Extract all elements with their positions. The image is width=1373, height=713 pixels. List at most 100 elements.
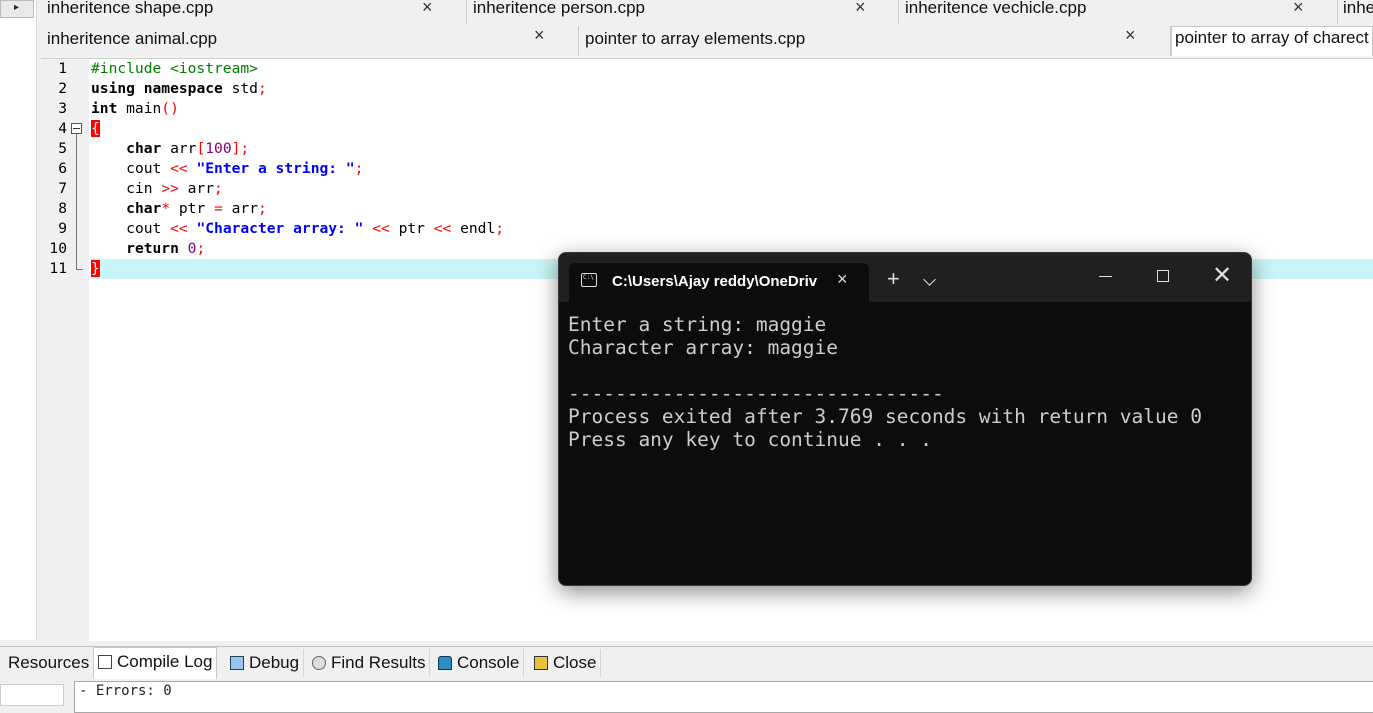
operator: << xyxy=(372,220,390,237)
triangle-right-icon: ▸ xyxy=(14,2,20,13)
panel-toggle-button[interactable]: ▸ xyxy=(0,0,34,18)
bottom-panel-tabs: Resources Compile Log Debug Find Results… xyxy=(0,646,1373,679)
tab-close[interactable]: Close xyxy=(530,649,602,677)
close-icon[interactable]: × xyxy=(1293,0,1304,18)
tab-label: inheritence animal.cpp xyxy=(47,29,218,48)
tab-inheritence-partial[interactable]: inhe xyxy=(1338,0,1373,24)
operator: ]; xyxy=(231,140,250,157)
operator: ; xyxy=(257,80,267,97)
tab-compile-log[interactable]: Compile Log xyxy=(93,647,218,679)
operator: ; xyxy=(495,220,505,237)
line-number: 9 xyxy=(58,220,67,237)
identifier: std xyxy=(222,80,258,97)
tab-label: Resources xyxy=(8,653,90,672)
terminal-tab[interactable]: C:\Users\Ajay reddy\OneDrive × xyxy=(569,263,869,302)
line-number: 2 xyxy=(58,80,67,97)
close-icon[interactable]: × xyxy=(1125,26,1136,46)
operator: ; xyxy=(196,240,206,257)
matched-brace: } xyxy=(91,260,100,277)
tab-inheritence-vechicle[interactable]: inheritence vechicle.cpp × xyxy=(899,0,1338,24)
close-icon[interactable]: × xyxy=(837,269,848,290)
code-line-3: int main() xyxy=(91,99,179,119)
close-icon[interactable]: × xyxy=(422,0,433,18)
operator: () xyxy=(161,100,179,117)
tab-label: Console xyxy=(457,653,520,672)
identifier: arr xyxy=(178,180,215,197)
line-number: 7 xyxy=(58,180,67,197)
line-number-gutter: 1 2 3 4 5 6 7 8 9 10 11 xyxy=(41,59,89,641)
string-literal: "Character array: " xyxy=(196,220,364,237)
tab-label: Find Results xyxy=(331,653,426,672)
output-line: Character array: maggie xyxy=(568,336,839,359)
close-icon[interactable]: × xyxy=(534,26,545,46)
compile-log-output[interactable]: - Errors: 0 xyxy=(74,681,1373,713)
tab-debug[interactable]: Debug xyxy=(226,649,305,677)
operator: ; xyxy=(214,180,223,197)
tab-label: pointer to array elements.cpp xyxy=(585,29,806,48)
tab-find-results[interactable]: Find Results xyxy=(308,649,431,677)
string-literal: "Enter a string: " xyxy=(196,160,355,177)
code-line-11: } xyxy=(91,259,100,279)
new-tab-button[interactable]: + xyxy=(887,268,900,290)
tab-pointer-to-array-elements[interactable]: pointer to array elements.cpp × xyxy=(579,26,1171,56)
operator: = xyxy=(214,200,223,217)
keyword: namespace xyxy=(143,80,223,97)
identifier: arr xyxy=(222,200,258,217)
debug-icon xyxy=(230,656,244,670)
tab-label: pointer to array of charect xyxy=(1175,28,1369,47)
log-text: - Errors: 0 xyxy=(79,683,172,699)
console-icon xyxy=(438,656,452,670)
code-line-2: using namespace std; xyxy=(91,79,267,99)
fold-guide xyxy=(76,134,77,270)
code-line-5: char arr[100]; xyxy=(91,139,249,159)
terminal-window[interactable]: C:\Users\Ajay reddy\OneDrive × + ✕ Enter… xyxy=(558,252,1252,586)
keyword: char xyxy=(126,140,162,157)
include-directive: #include <iostream> xyxy=(91,60,258,77)
code-line-9: cout << "Character array: " << ptr << en… xyxy=(91,219,504,239)
tab-label: Compile Log xyxy=(117,652,213,671)
minimize-button[interactable] xyxy=(1099,276,1112,277)
code-line-6: cout << "Enter a string: "; xyxy=(91,159,363,179)
output-line: Enter a string: maggie xyxy=(568,313,827,336)
operator: << xyxy=(170,220,188,237)
operator: ; xyxy=(258,200,267,217)
tab-resources[interactable]: Resources xyxy=(4,649,95,677)
output-line: Process exited after 3.769 seconds with … xyxy=(568,405,1202,428)
tab-inheritence-animal[interactable]: inheritence animal.cpp × xyxy=(41,26,579,56)
tab-label: inhe xyxy=(1343,0,1373,17)
tab-label: inheritence vechicle.cpp xyxy=(905,0,1087,17)
chevron-down-icon[interactable] xyxy=(923,273,936,286)
line-number: 8 xyxy=(58,200,67,217)
maximize-button[interactable] xyxy=(1157,270,1169,282)
tab-pointer-to-array-of-charect[interactable]: pointer to array of charect xyxy=(1171,26,1373,56)
tab-label: inheritence person.cpp xyxy=(473,0,646,17)
identifier: cin xyxy=(126,180,162,197)
magnifier-icon xyxy=(312,656,326,670)
terminal-tab-title: C:\Users\Ajay reddy\OneDrive xyxy=(612,273,817,290)
tab-inheritence-shape[interactable]: inheritence shape.cpp × xyxy=(41,0,467,24)
close-icon[interactable]: × xyxy=(855,0,866,18)
code-line-4: { xyxy=(91,119,100,139)
line-number: 10 xyxy=(49,240,67,257)
fold-minus-icon[interactable] xyxy=(71,123,82,134)
tab-inheritence-person[interactable]: inheritence person.cpp × xyxy=(467,0,899,24)
keyword: char xyxy=(126,200,162,217)
identifier: endl xyxy=(451,220,496,237)
window-close-button[interactable]: ✕ xyxy=(1212,261,1232,290)
operator: >> xyxy=(161,180,179,197)
terminal-output: Enter a string: maggie Character array: m… xyxy=(568,313,1202,451)
keyword: using xyxy=(91,80,135,97)
line-number: 3 xyxy=(58,100,67,117)
save-close-icon xyxy=(534,656,548,670)
identifier: cout xyxy=(126,160,171,177)
tab-label: inheritence shape.cpp xyxy=(47,0,214,17)
tab-label: Debug xyxy=(249,653,300,672)
operator: [ xyxy=(196,140,206,157)
tab-console[interactable]: Console xyxy=(434,649,525,677)
compile-log-icon xyxy=(98,655,112,669)
operator: ; xyxy=(354,160,364,177)
code-line-8: char* ptr = arr; xyxy=(91,199,267,219)
terminal-icon xyxy=(581,273,597,287)
identifier: arr xyxy=(161,140,197,157)
identifier: ptr xyxy=(389,220,434,237)
